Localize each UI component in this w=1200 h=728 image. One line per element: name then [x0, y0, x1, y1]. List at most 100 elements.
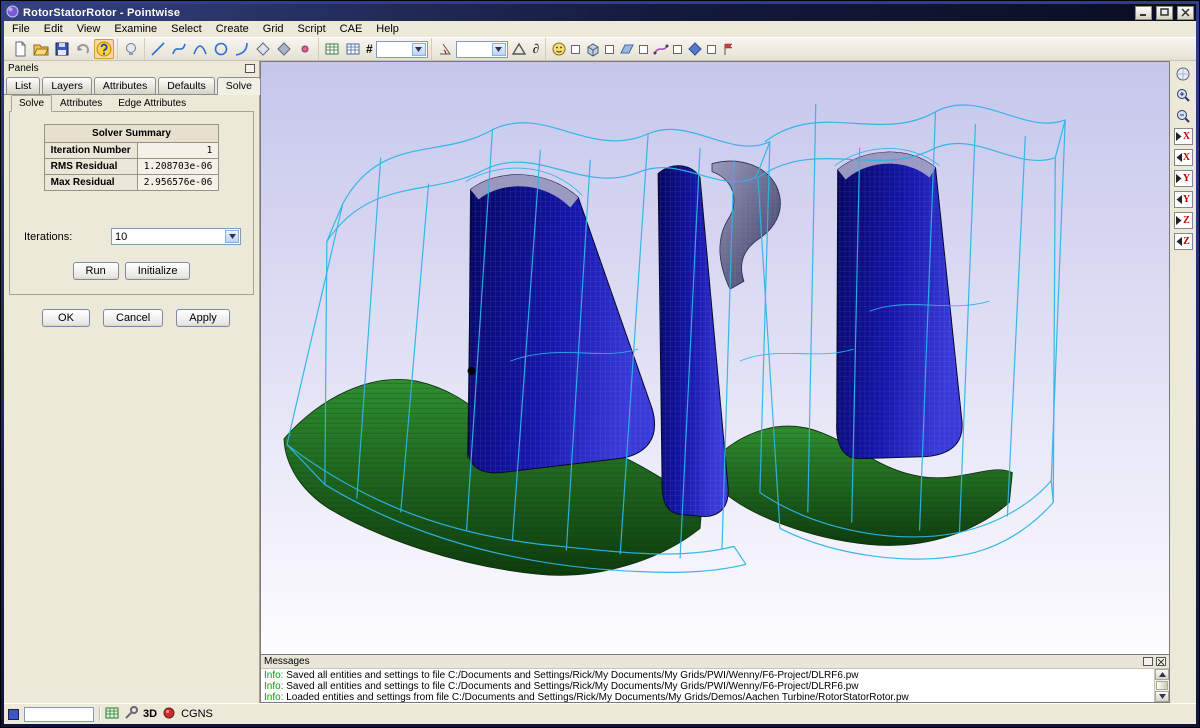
messages-close-icon[interactable] — [1156, 657, 1166, 666]
delta-icon[interactable] — [509, 39, 529, 59]
color-swatch-icon[interactable] — [8, 709, 19, 720]
zoom-in-icon[interactable] — [1174, 85, 1193, 104]
block-cube-icon[interactable] — [583, 39, 603, 59]
conic-tool-icon[interactable] — [232, 39, 252, 59]
window-title: RotorStatorRotor - Pointwise — [23, 7, 1131, 19]
menu-grid[interactable]: Grid — [256, 22, 291, 36]
angle-input[interactable] — [457, 42, 491, 57]
dimension-dropdown-icon[interactable] — [412, 43, 426, 56]
connector-visibility-checkbox[interactable] — [673, 45, 682, 54]
view-minus-x-icon[interactable]: X — [1174, 149, 1193, 166]
database-face-icon[interactable] — [549, 39, 569, 59]
angle-icon[interactable] — [435, 39, 455, 59]
scroll-up-icon[interactable] — [1155, 669, 1169, 680]
new-file-icon[interactable] — [10, 39, 30, 59]
selected-point-marker[interactable] — [468, 367, 476, 375]
iterations-dropdown-icon[interactable] — [225, 230, 239, 243]
inner-tab-attributes[interactable]: Attributes — [52, 95, 110, 111]
diamond-visibility-checkbox[interactable] — [707, 45, 716, 54]
menu-cae[interactable]: CAE — [333, 22, 370, 36]
initialize-button[interactable]: Initialize — [125, 262, 191, 280]
menu-script[interactable]: Script — [291, 22, 333, 36]
iterations-input[interactable] — [112, 231, 224, 243]
messages-float-icon[interactable] — [1143, 657, 1153, 666]
dimension-input[interactable] — [377, 42, 411, 57]
scroll-down-icon[interactable] — [1155, 691, 1169, 702]
apply-button[interactable]: Apply — [176, 309, 230, 327]
log-level: Info: — [264, 681, 283, 692]
inner-tab-edge-attributes[interactable]: Edge Attributes — [110, 95, 194, 111]
view-minus-y-icon[interactable]: Y — [1174, 191, 1193, 208]
trackball-icon[interactable] — [1174, 64, 1193, 83]
probe-bulb-icon[interactable] — [121, 39, 141, 59]
distribution-table-icon[interactable] — [343, 39, 363, 59]
help-icon[interactable] — [94, 39, 114, 59]
angle-dropdown-icon[interactable] — [492, 43, 506, 56]
menu-help[interactable]: Help — [369, 22, 406, 36]
titlebar[interactable]: RotorStatorRotor - Pointwise — [4, 4, 1196, 21]
cae-solver-icon[interactable] — [162, 706, 176, 723]
cancel-button[interactable]: Cancel — [103, 309, 163, 327]
domain-surface-icon[interactable] — [617, 39, 637, 59]
toolbar-probe-group — [118, 38, 145, 60]
messages-scrollbar[interactable] — [1154, 669, 1169, 702]
connector-curve-icon[interactable] — [651, 39, 671, 59]
menu-examine[interactable]: Examine — [107, 22, 164, 36]
zoom-out-icon[interactable] — [1174, 106, 1193, 125]
menu-file[interactable]: File — [5, 22, 37, 36]
menu-view[interactable]: View — [70, 22, 108, 36]
scrollbar-thumb[interactable] — [1156, 681, 1168, 690]
status-combo-input[interactable] — [24, 707, 94, 722]
domain-visibility-checkbox[interactable] — [639, 45, 648, 54]
cae-solver-label[interactable]: CGNS — [181, 708, 213, 720]
panels-caption: Panels — [4, 61, 259, 75]
menu-create[interactable]: Create — [209, 22, 256, 36]
inner-tab-solve[interactable]: Solve — [11, 95, 52, 112]
menu-edit[interactable]: Edit — [37, 22, 70, 36]
toolbar-create-group — [145, 38, 319, 60]
point-flag-icon[interactable] — [719, 39, 739, 59]
panel-float-icon[interactable] — [245, 64, 255, 73]
panel-footer-buttons: OK Cancel Apply — [42, 309, 254, 327]
view-plus-z-icon[interactable]: Z — [1174, 212, 1193, 229]
minimize-icon[interactable] — [1135, 6, 1152, 20]
run-button[interactable]: Run — [73, 262, 119, 280]
spline-tool-icon[interactable] — [169, 39, 189, 59]
maximize-icon[interactable] — [1156, 6, 1173, 20]
face-visibility-checkbox[interactable] — [571, 45, 580, 54]
diamond-entity-icon[interactable] — [685, 39, 705, 59]
tab-list[interactable]: List — [6, 77, 40, 94]
panels-dock: Panels List Layers Attributes Defaults S… — [4, 61, 260, 703]
dimension-table-icon[interactable] — [322, 39, 342, 59]
partial-derivative-icon[interactable]: ∂ — [530, 41, 542, 57]
ok-button[interactable]: OK — [42, 309, 90, 327]
grid-mode-icon[interactable] — [105, 706, 119, 723]
block-visibility-checkbox[interactable] — [605, 45, 614, 54]
arc-tool-icon[interactable] — [190, 39, 210, 59]
save-icon[interactable] — [52, 39, 72, 59]
tab-solve[interactable]: Solve — [217, 77, 261, 95]
view-plus-x-icon[interactable]: X — [1174, 128, 1193, 145]
scrollbar-track[interactable] — [1155, 680, 1169, 691]
solid-tool-icon[interactable] — [274, 39, 294, 59]
view-minus-z-icon[interactable]: Z — [1174, 233, 1193, 250]
toolbar-file-group — [7, 38, 118, 60]
view-plus-y-icon[interactable]: Y — [1174, 170, 1193, 187]
tab-layers[interactable]: Layers — [42, 77, 92, 94]
line-tool-icon[interactable] — [148, 39, 168, 59]
menu-select[interactable]: Select — [164, 22, 209, 36]
open-file-icon[interactable] — [31, 39, 51, 59]
viewport-3d[interactable] — [260, 61, 1170, 655]
point-tool-icon[interactable] — [295, 39, 315, 59]
viewport-3d-scene[interactable] — [261, 62, 1169, 654]
tolerance-wrench-icon[interactable] — [124, 706, 138, 723]
surface-tool-icon[interactable] — [253, 39, 273, 59]
iterations-label: Iterations: — [24, 231, 72, 243]
tab-defaults[interactable]: Defaults — [158, 77, 215, 94]
dimension-mode-label[interactable]: 3D — [143, 708, 157, 720]
tab-attributes[interactable]: Attributes — [94, 77, 156, 94]
undo-icon[interactable] — [73, 39, 93, 59]
circle-tool-icon[interactable] — [211, 39, 231, 59]
iteration-number-label: Iteration Number — [44, 143, 137, 159]
close-icon[interactable] — [1177, 6, 1194, 20]
